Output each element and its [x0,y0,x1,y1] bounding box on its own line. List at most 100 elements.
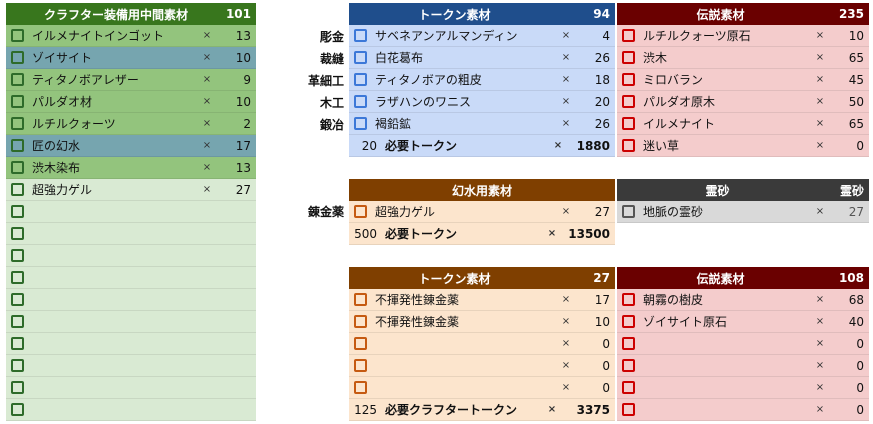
legend2-item-x: × [815,382,825,393]
token2-item-checkbox[interactable] [349,333,371,355]
token1-item-checkbox[interactable] [349,69,371,91]
left-item-x: × [202,118,212,129]
legend2-item-row: 朝霧の樹皮 × 68 [617,289,869,311]
reisa-item-x: × [815,206,825,217]
left-header: クラフター装備用中間素材 101 [6,3,256,25]
token2-header-count: 27 [593,271,610,285]
token1-item-checkbox[interactable] [349,47,371,69]
left-item-checkbox[interactable] [6,267,28,289]
token1-header-title: トークン素材 [418,7,491,22]
left-item-checkbox[interactable] [6,311,28,333]
reisa-section: 霊砂 霊砂 地脈の霊砂 × 27 [617,179,869,223]
token1-item-row: 白花葛布 × 26 [349,47,615,69]
left-header-title: クラフター装備用中間素材 [43,7,188,22]
legend1-item-row: 迷い草 × 0 [617,135,869,157]
legend1-item-checkbox[interactable] [617,69,639,91]
left-item-checkbox[interactable] [6,399,28,421]
left-item-row: ゾイサイト × 10 [6,47,256,69]
left-item-qty: 17 [235,138,251,153]
token1-section: トークン素材 94 サベネアンアルマンディン × 4 白花葛布 × 26 ティタノボアの粗皮… [349,3,615,157]
reisa-header: 霊砂 霊砂 [617,179,869,201]
token1-summary-num: 20 [361,138,377,153]
left-section: クラフター装備用中間素材 101 イルメナイトインゴット × 13 ゾイサイト × 10 テ… [6,3,256,421]
token2-item-x: × [561,360,571,371]
token2-item-checkbox[interactable] [349,377,371,399]
gensui-summary-x: × [547,228,557,239]
left-item-checkbox[interactable] [6,333,28,355]
left-item-name: イルメナイトインゴット [32,29,165,43]
legend1-item-checkbox[interactable] [617,47,639,69]
legend2-item-qty: 40 [848,314,864,329]
left-item-row [6,399,256,421]
left-item-checkbox[interactable] [6,355,28,377]
left-item-row: 超強力ゲル × 27 [6,179,256,201]
left-item-checkbox[interactable] [6,113,28,135]
token2-item-checkbox[interactable] [349,355,371,377]
left-item-qty: 13 [235,160,251,175]
token1-summary-row: 20 必要トークン × 1880 [349,135,615,157]
reisa-header-count: 霊砂 [839,183,864,198]
token1-item-checkbox[interactable] [349,25,371,47]
token1-item-checkbox[interactable] [349,91,371,113]
legend1-item-checkbox[interactable] [617,25,639,47]
left-item-row [6,267,256,289]
legend1-item-checkbox[interactable] [617,113,639,135]
legend2-item-name: ゾイサイト原石 [643,315,728,329]
left-item-checkbox[interactable] [6,91,28,113]
legend1-item-checkbox[interactable] [617,91,639,113]
left-item-row [6,311,256,333]
gensui-item-row: 超強力ゲル × 27 [349,201,615,223]
left-item-qty: 2 [243,116,251,131]
token2-item-checkbox[interactable] [349,289,371,311]
legend2-item-checkbox[interactable] [617,399,639,421]
gensui-item-checkbox[interactable] [349,201,371,223]
token2-item-row: 不揮発性錬金薬 × 10 [349,311,615,333]
legend2-item-checkbox[interactable] [617,311,639,333]
left-item-checkbox[interactable] [6,377,28,399]
left-item-row: 渋木染布 × 13 [6,157,256,179]
legend2-item-name: 朝霧の樹皮 [643,293,704,307]
legend1-item-x: × [815,118,825,129]
legend2-item-checkbox[interactable] [617,377,639,399]
legend1-item-name: イルメナイト [643,117,716,131]
token2-item-name: 不揮発性錬金薬 [375,315,460,329]
legend2-item-checkbox[interactable] [617,355,639,377]
legend2-item-checkbox[interactable] [617,289,639,311]
left-item-checkbox[interactable] [6,135,28,157]
token2-item-qty: 0 [602,358,610,373]
token2-item-row: 不揮発性錬金薬 × 17 [349,289,615,311]
gensui-item-qty: 27 [594,204,610,219]
token1-summary-total: 1880 [576,138,610,153]
left-item-checkbox[interactable] [6,47,28,69]
legend2-item-x: × [815,360,825,371]
token2-item-checkbox[interactable] [349,311,371,333]
left-item-row: ティタノボアレザー × 9 [6,69,256,91]
left-item-checkbox[interactable] [6,201,28,223]
left-item-checkbox[interactable] [6,223,28,245]
token2-summary-x: × [547,404,557,415]
reisa-item-qty: 27 [848,204,864,219]
left-item-row [6,289,256,311]
legend2-item-checkbox[interactable] [617,333,639,355]
legend1-item-x: × [815,140,825,151]
left-item-checkbox[interactable] [6,245,28,267]
token2-rows: 不揮発性錬金薬 × 17 不揮発性錬金薬 × 10 × 0 × 0 × 0 [349,289,615,399]
left-item-checkbox[interactable] [6,25,28,47]
left-item-checkbox[interactable] [6,157,28,179]
token2-header-title: トークン素材 [418,271,491,286]
gensui-header-title: 幻水用素材 [451,183,512,198]
reisa-item-checkbox[interactable] [617,201,639,223]
token1-item-checkbox[interactable] [349,113,371,135]
token2-item-x: × [561,338,571,349]
token1-item-name: ティタノボアの粗皮 [375,73,482,87]
token2-item-name: 不揮発性錬金薬 [375,293,460,307]
legend1-item-checkbox[interactable] [617,135,639,157]
left-item-checkbox[interactable] [6,179,28,201]
token1-item-row: サベネアンアルマンディン × 4 [349,25,615,47]
legend2-item-x: × [815,294,825,305]
legend2-item-qty: 68 [848,292,864,307]
token1-item-qty: 18 [594,72,610,87]
left-item-checkbox[interactable] [6,69,28,91]
left-item-checkbox[interactable] [6,289,28,311]
token2-item-row: × 0 [349,377,615,399]
